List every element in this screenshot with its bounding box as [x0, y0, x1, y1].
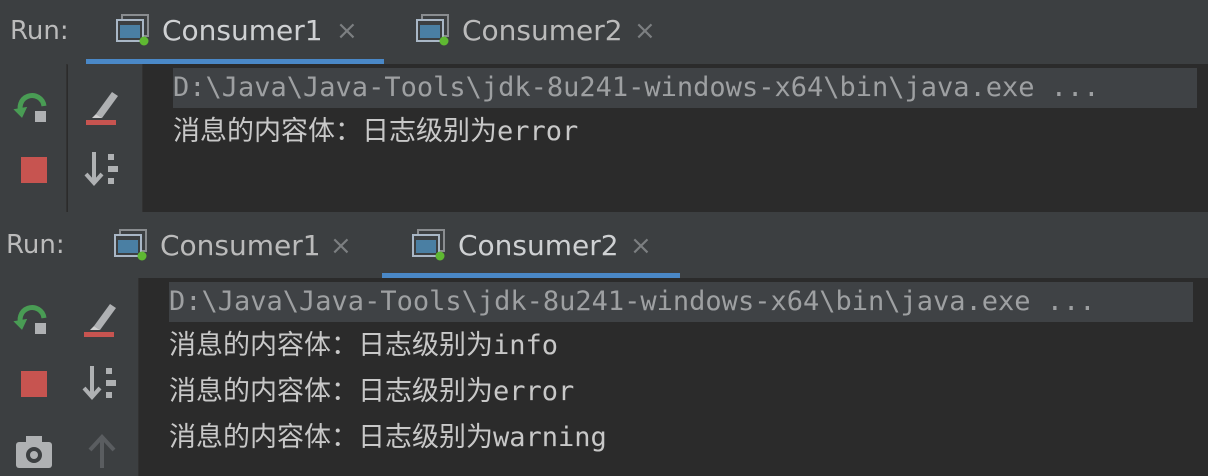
console-line: 消息的内容体：日志级别为info [169, 330, 559, 361]
tab-consumer2[interactable]: Consumer2 × [382, 212, 680, 278]
console-command-line: D:\Java\Java-Tools\jdk-8u241-windows-x64… [173, 68, 1197, 108]
close-tab-icon[interactable]: × [630, 212, 652, 280]
tab-label: Consumer1 [162, 14, 323, 47]
right-toolbar [68, 64, 143, 212]
close-tab-icon[interactable]: × [330, 212, 352, 280]
console-run-icon [116, 14, 149, 46]
scroll-to-end-icon[interactable] [80, 362, 124, 406]
console-line: 消息的内容体：日志级别为error [169, 376, 575, 407]
console-run-icon [114, 229, 147, 261]
run-panel-2: Run: Consumer1 × Consumer2 × D:\Java\Jav… [0, 212, 1208, 476]
console-output: D:\Java\Java-Tools\jdk-8u241-windows-x64… [143, 64, 1208, 212]
run-panel-1: Run: Consumer1 × Consumer2 × D:\Java\Jav… [0, 0, 1208, 212]
console-run-icon [416, 14, 449, 46]
console-output: D:\Java\Java-Tools\jdk-8u241-windows-x64… [139, 278, 1208, 476]
screenshot-icon[interactable] [12, 428, 56, 472]
run-label: Run: [10, 16, 69, 46]
run-tab-bar: Run: Consumer1 × Consumer2 × [0, 0, 1208, 65]
run-tab-bar: Run: Consumer1 × Consumer2 × [0, 212, 1208, 279]
close-tab-icon[interactable]: × [634, 0, 656, 62]
rerun-icon[interactable] [12, 296, 56, 340]
left-toolbar [0, 64, 67, 212]
close-tab-icon[interactable]: × [336, 0, 358, 62]
tab-consumer1[interactable]: Consumer1 × [86, 212, 382, 276]
left-toolbar [0, 278, 67, 476]
clear-icon[interactable] [82, 84, 126, 128]
console-line: 消息的内容体：日志级别为warning [169, 422, 607, 453]
tab-consumer2[interactable]: Consumer2 × [386, 0, 686, 64]
stop-icon[interactable] [12, 362, 56, 406]
tab-label: Consumer1 [160, 229, 321, 262]
console-command-line: D:\Java\Java-Tools\jdk-8u241-windows-x64… [169, 282, 1193, 322]
tab-label: Consumer2 [462, 14, 623, 47]
run-label: Run: [6, 230, 65, 260]
up-arrow-icon[interactable] [80, 428, 124, 472]
stop-icon[interactable] [12, 148, 56, 192]
scroll-to-end-icon[interactable] [82, 148, 126, 192]
tab-consumer1[interactable]: Consumer1 × [86, 0, 384, 64]
rerun-icon[interactable] [12, 84, 56, 128]
tab-label: Consumer2 [458, 229, 619, 262]
clear-icon[interactable] [80, 296, 124, 340]
console-run-icon [412, 229, 445, 261]
console-line: 消息的内容体：日志级别为error [173, 116, 579, 147]
right-toolbar [66, 278, 139, 476]
